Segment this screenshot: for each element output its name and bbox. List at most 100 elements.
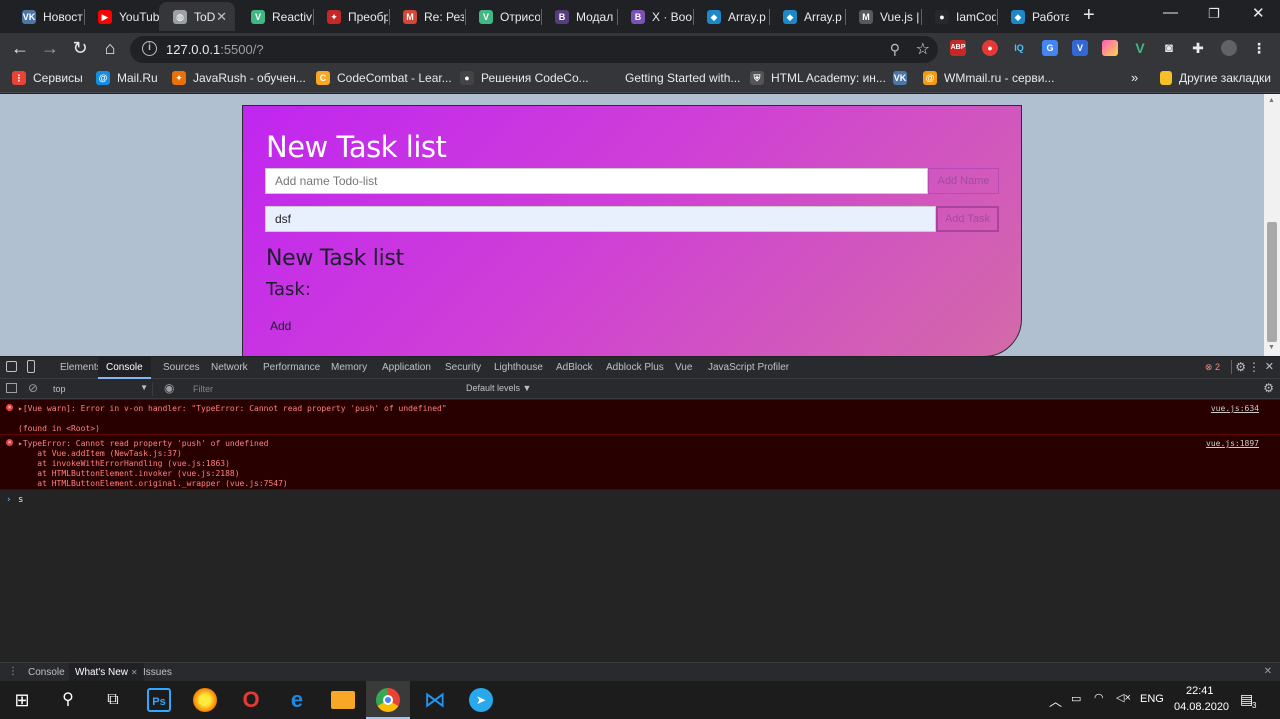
maximize-button[interactable]: ❐	[1208, 6, 1220, 22]
devtools-tab-adblock[interactable]: AdBlock	[556, 362, 593, 373]
browser-tab[interactable]: V Отрисо	[465, 2, 541, 31]
file-explorer-icon[interactable]	[331, 691, 355, 709]
forward-icon[interactable]: →	[38, 38, 62, 59]
volume-icon[interactable]: ◁×	[1116, 691, 1131, 704]
bookmark-item[interactable]: ⋮ Сервисы	[12, 71, 83, 85]
extensions-icon[interactable]: ✚	[1190, 40, 1206, 56]
language-indicator[interactable]: ENG	[1140, 693, 1164, 705]
add-name-button[interactable]: Add Name	[928, 168, 999, 194]
error-counter[interactable]: ⊗ 2	[1205, 362, 1220, 373]
drawer-tab-console[interactable]: Console	[28, 667, 65, 678]
console-input[interactable]: s	[18, 495, 23, 505]
browser-tab[interactable]: M Re: Рез	[389, 2, 465, 31]
filter-input[interactable]: Filter	[185, 381, 455, 396]
close-drawer-icon[interactable]: ✕	[1264, 666, 1272, 677]
devtools-tab-console[interactable]: Console	[98, 357, 151, 379]
devtools-tab-memory[interactable]: Memory	[331, 362, 367, 373]
clock-time[interactable]: 22:41	[1186, 685, 1214, 697]
more-icon[interactable]: ⋮	[1248, 360, 1260, 374]
browser-tab[interactable]: VK Новост	[8, 2, 84, 31]
close-devtools-icon[interactable]: ✕	[1265, 360, 1274, 373]
vue-devtools-icon[interactable]: V	[1132, 40, 1148, 56]
windows-start-icon[interactable]: ⊞	[10, 688, 34, 712]
devtools-tab-performance[interactable]: Performance	[263, 362, 320, 373]
home-icon[interactable]: ⌂	[98, 38, 122, 59]
browser-tab[interactable]: ✦ Преобр	[313, 2, 389, 31]
color-ext-icon[interactable]	[1102, 40, 1118, 56]
add-button[interactable]: Add	[270, 319, 291, 333]
zoom-icon[interactable]: ⚲	[890, 41, 900, 58]
eye-icon[interactable]: ◉	[164, 381, 174, 395]
context-select[interactable]: top ▼	[45, 382, 153, 396]
address-bar[interactable]: i 127.0.0.1:5500/? ⚲ ☆	[130, 36, 938, 63]
device-toolbar-icon[interactable]	[27, 360, 35, 373]
close-tab-icon[interactable]: ✕	[131, 668, 138, 677]
devtools-tab-vue[interactable]: Vue	[675, 362, 692, 373]
page-scrollbar[interactable]: ▲ ▼	[1264, 94, 1280, 356]
browser-tab[interactable]: V Reactiv	[237, 2, 313, 31]
scroll-thumb[interactable]	[1267, 222, 1277, 342]
bookmark-item[interactable]: ● Решения CodeCo...	[460, 71, 589, 85]
back-icon[interactable]: ←	[8, 38, 32, 59]
bookmark-item[interactable]: VK	[893, 71, 914, 85]
default-levels-select[interactable]: Default levels ▼	[466, 383, 531, 393]
translate-icon[interactable]: G	[1042, 40, 1058, 56]
task-input[interactable]: dsf	[265, 206, 936, 232]
devtools-tab-network[interactable]: Network	[211, 362, 248, 373]
drawer-menu-icon[interactable]: ⋮	[8, 666, 18, 677]
devtools-tab-sources[interactable]: Sources	[163, 362, 200, 373]
adblock-icon[interactable]: ABP	[950, 40, 966, 56]
browser-tab[interactable]: ◍ ToD ✕	[159, 2, 235, 31]
reload-icon[interactable]: ↻	[68, 38, 92, 59]
task-view-icon[interactable]: ⧉	[101, 688, 125, 712]
photoshop-icon[interactable]: Ps	[147, 688, 171, 712]
add-task-button[interactable]: Add Task	[936, 206, 999, 232]
inspect-icon[interactable]	[6, 361, 17, 372]
iq-icon[interactable]: IQ	[1011, 40, 1027, 56]
source-link[interactable]: vue.js:1897	[1206, 439, 1259, 448]
more-bookmarks-icon[interactable]: »	[1131, 70, 1138, 85]
opera-ext-icon[interactable]: ●	[982, 40, 998, 56]
bookmark-item[interactable]: @ WMmail.ru - серви...	[923, 71, 1054, 85]
browser-tab[interactable]: ▶ YouTub	[84, 2, 160, 31]
devtools-tab-adblock-plus[interactable]: Adblock Plus	[606, 362, 664, 373]
bookmark-item[interactable]: ✦ JavaRush - обучен...	[172, 71, 306, 85]
profile-avatar[interactable]	[1221, 40, 1237, 56]
devtools-tab-javascript-profiler[interactable]: JavaScript Profiler	[708, 362, 789, 373]
browser-tab[interactable]: ◆ Работа	[997, 2, 1069, 31]
clock-date[interactable]: 04.08.2020	[1174, 701, 1229, 713]
camera-icon[interactable]: ◙	[1161, 40, 1177, 56]
v-ext-icon[interactable]: V	[1072, 40, 1088, 56]
devtools-tab-lighthouse[interactable]: Lighthouse	[494, 362, 543, 373]
minimize-button[interactable]: —	[1163, 4, 1178, 21]
other-bookmarks[interactable]: Другие закладки	[1160, 71, 1271, 85]
bookmark-item[interactable]: ⛨ HTML Academy: ин...	[750, 71, 886, 85]
new-tab-button[interactable]: +	[1083, 4, 1095, 27]
opera-icon[interactable]: O	[239, 688, 263, 712]
scroll-down-icon[interactable]: ▼	[1268, 344, 1275, 351]
devtools-tab-application[interactable]: Application	[382, 362, 431, 373]
bookmark-item[interactable]: C CodeCombat - Lear...	[316, 71, 452, 85]
settings-gear-icon[interactable]: ⚙	[1235, 360, 1246, 374]
star-icon[interactable]: ☆	[916, 39, 930, 59]
gaming-app-icon[interactable]	[193, 688, 217, 712]
info-icon[interactable]: i	[142, 41, 157, 56]
drawer-tab-issues[interactable]: Issues	[143, 667, 172, 678]
drawer-tab-whats-new[interactable]: What's New ✕	[69, 663, 144, 682]
devtools-tab-elements[interactable]: Elements	[60, 362, 102, 373]
clear-console-icon[interactable]: ⊘	[28, 381, 38, 395]
tray-chevron-icon[interactable]: ︿	[1049, 691, 1062, 710]
scroll-up-icon[interactable]: ▲	[1268, 97, 1275, 104]
chrome-taskbar-button[interactable]	[366, 681, 410, 719]
close-window-button[interactable]: ✕	[1252, 4, 1265, 22]
vscode-icon[interactable]: ⋈	[423, 688, 447, 712]
browser-tab[interactable]: ◆ Array.p	[693, 2, 769, 31]
edge-icon[interactable]: e	[285, 688, 309, 712]
sidebar-toggle-icon[interactable]	[6, 383, 17, 393]
error-line[interactable]: ▸[Vue warn]: Error in v-on handler: "Typ…	[18, 404, 447, 413]
source-link[interactable]: vue.js:634	[1211, 404, 1259, 413]
todo-list-name-input[interactable]: Add name Todo-list	[265, 168, 928, 194]
error-line[interactable]: ▸TypeError: Cannot read property 'push' …	[18, 439, 268, 448]
console-settings-icon[interactable]: ⚙	[1263, 381, 1274, 395]
menu-icon[interactable]: ⋮	[1251, 40, 1267, 56]
